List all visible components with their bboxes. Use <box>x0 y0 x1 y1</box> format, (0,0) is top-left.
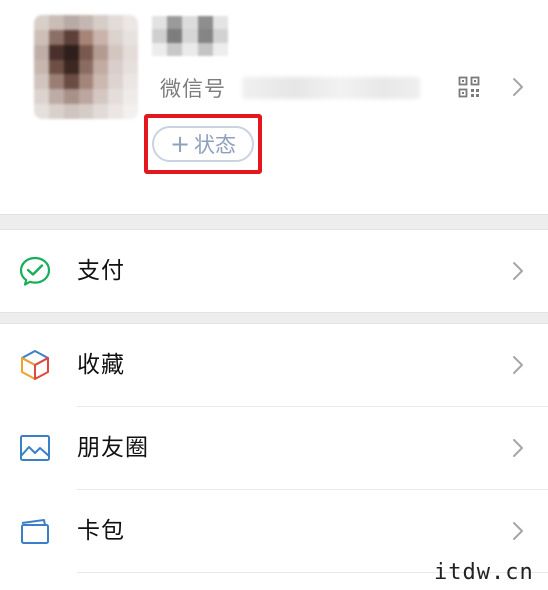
section-separator <box>0 214 548 230</box>
plus-icon: + <box>169 130 191 158</box>
qr-code-icon[interactable] <box>458 76 480 98</box>
menu-item-moments[interactable]: 朋友圈 <box>0 407 548 489</box>
favorites-cube-icon <box>21 350 49 380</box>
card-wallet-icon <box>21 519 49 544</box>
moments-picture-icon <box>20 435 50 461</box>
wechat-id-value-redacted <box>242 77 420 99</box>
chevron-right-icon <box>513 522 523 540</box>
nickname <box>152 16 228 56</box>
add-status-button[interactable]: + 状态 <box>152 126 254 162</box>
chevron-right-icon[interactable] <box>511 76 525 98</box>
watermark: itdw.cn <box>434 560 534 585</box>
menu-item-pay-label: 支付 <box>77 258 125 284</box>
menu-item-pay[interactable]: 支付 <box>0 230 548 312</box>
pay-icon <box>19 256 51 286</box>
wechat-id-label: 微信号 <box>160 77 226 101</box>
menu-item-favorites-label: 收藏 <box>77 352 125 378</box>
avatar[interactable] <box>34 15 138 119</box>
menu-item-card-wallet-label: 卡包 <box>77 518 125 544</box>
menu-item-moments-label: 朋友圈 <box>77 435 149 461</box>
chevron-right-icon <box>513 356 523 374</box>
menu-item-favorites[interactable]: 收藏 <box>0 324 548 406</box>
status-label: 状态 <box>194 133 237 157</box>
profile-header[interactable]: 微信号 + 状态 <box>0 0 548 214</box>
wechat-id-row: 微信号 <box>160 72 420 104</box>
chevron-right-icon <box>513 439 523 457</box>
chevron-right-icon <box>513 262 523 280</box>
section-separator <box>0 312 548 324</box>
